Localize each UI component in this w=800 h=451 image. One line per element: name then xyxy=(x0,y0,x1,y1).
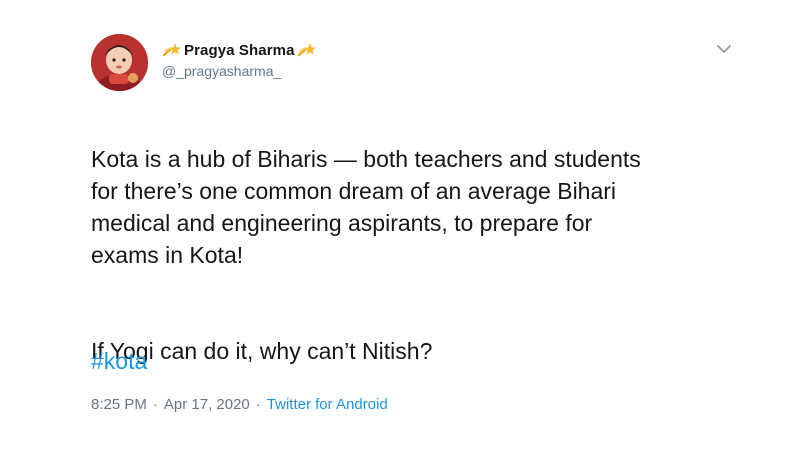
tweet-text: Kota is a hub of Biharis — both teachers… xyxy=(91,111,771,399)
tweet-time[interactable]: 8:25 PM xyxy=(91,396,147,413)
hashtag-link[interactable]: #kota xyxy=(91,345,147,377)
chevron-down-icon[interactable] xyxy=(715,40,733,58)
tweet-card: Pragya Sharma @_pragyasharma_ Kota is a … xyxy=(0,0,800,451)
tweet-date[interactable]: Apr 17, 2020 xyxy=(164,396,250,413)
user-handle[interactable]: @_pragyasharma_ xyxy=(162,63,319,79)
tweet-header: Pragya Sharma @_pragyasharma_ xyxy=(160,39,319,79)
display-name[interactable]: Pragya Sharma xyxy=(184,42,295,59)
tweet-paragraph: If Yogi can do it, why can’t Nitish? xyxy=(91,338,433,364)
separator: · xyxy=(255,396,261,413)
avatar[interactable] xyxy=(91,34,148,91)
tweet-metadata: 8:25 PM · Apr 17, 2020 · Twitter for And… xyxy=(91,396,388,413)
tweet-source-link[interactable]: Twitter for Android xyxy=(267,396,388,413)
tweet-paragraph: Kota is a hub of Biharis — both teachers… xyxy=(91,146,641,268)
name-row: Pragya Sharma xyxy=(160,39,319,61)
separator: · xyxy=(152,396,158,413)
shooting-star-icon xyxy=(163,41,181,59)
shooting-star-icon xyxy=(297,41,316,59)
